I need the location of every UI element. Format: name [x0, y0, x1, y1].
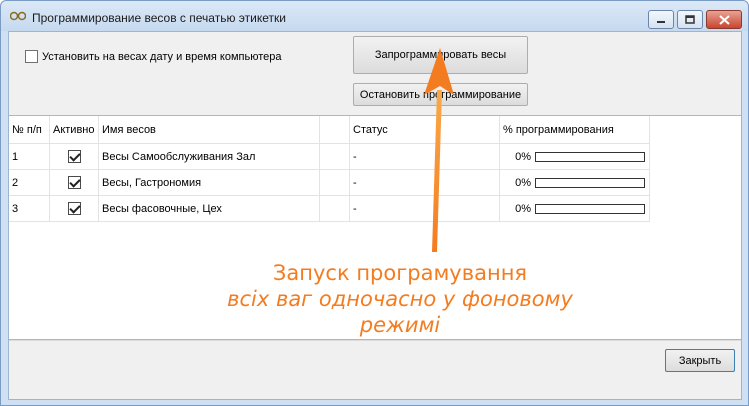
- set-datetime-option[interactable]: Установить на весах дату и время компьют…: [25, 50, 282, 63]
- row-scale-name: Весы фасовочные, Цех: [99, 196, 320, 221]
- row-blank-cell: [320, 196, 350, 221]
- row-progress-percent: 0%: [515, 202, 531, 215]
- row-progress-bar: [535, 177, 645, 188]
- row-status: -: [350, 196, 500, 221]
- minimize-button[interactable]: [648, 10, 674, 29]
- row-number: 1: [9, 144, 50, 169]
- maximize-button[interactable]: [677, 10, 703, 29]
- row-progress-bar: [535, 203, 645, 214]
- row-number: 3: [9, 196, 50, 221]
- close-button[interactable]: Закрыть: [665, 349, 735, 372]
- row-scale-name: Весы Самообслуживания Зал: [99, 144, 320, 169]
- scales-icon: [10, 11, 26, 21]
- row-active-checkbox[interactable]: [67, 176, 81, 189]
- maximize-icon: [685, 15, 695, 24]
- row-progress-cell: 0%: [500, 144, 650, 169]
- set-datetime-checkbox[interactable]: [25, 50, 38, 63]
- row-scale-name: Весы, Гастрономия: [99, 170, 320, 195]
- footer-divider: [9, 340, 741, 341]
- row-active-cell: [50, 170, 99, 195]
- table-row[interactable]: 3 Весы фасовочные, Цех - 0%: [9, 196, 650, 222]
- column-header-blank[interactable]: [320, 116, 350, 143]
- row-blank-cell: [320, 144, 350, 169]
- row-progress-bar: [535, 151, 645, 162]
- title-bar[interactable]: Программирование весов с печатью этикетк…: [1, 1, 748, 31]
- column-header-progress[interactable]: % программирования: [500, 116, 650, 143]
- table-row[interactable]: 2 Весы, Гастрономия - 0%: [9, 170, 650, 196]
- row-active-cell: [50, 144, 99, 169]
- column-header-status[interactable]: Статус: [350, 116, 500, 143]
- row-progress-percent: 0%: [515, 176, 531, 189]
- program-scales-window: Программирование весов с печатью этикетк…: [0, 0, 749, 406]
- row-progress-cell: 0%: [500, 196, 650, 221]
- minimize-icon: [657, 20, 665, 23]
- close-icon: [718, 14, 730, 25]
- column-header-active[interactable]: Активно: [50, 116, 99, 143]
- annotation-text: Запуск програмування всіх ваг одночасно …: [190, 260, 610, 338]
- stop-programming-button[interactable]: Остановить программирование: [353, 83, 528, 106]
- table-row[interactable]: 1 Весы Самообслуживания Зал - 0%: [9, 144, 650, 170]
- close-window-button[interactable]: [706, 10, 742, 29]
- row-active-checkbox[interactable]: [67, 150, 81, 163]
- annotation-line1: Запуск програмування: [272, 261, 528, 285]
- row-blank-cell: [320, 170, 350, 195]
- row-status: -: [350, 170, 500, 195]
- column-header-number[interactable]: № п/п: [9, 116, 50, 143]
- row-active-checkbox[interactable]: [67, 202, 81, 215]
- window-title: Программирование весов с печатью этикетк…: [32, 11, 286, 25]
- row-active-cell: [50, 196, 99, 221]
- row-progress-cell: 0%: [500, 170, 650, 195]
- row-status: -: [350, 144, 500, 169]
- annotation-line2: всіх ваг одночасно у фоновому режимі: [227, 287, 573, 337]
- program-scales-button[interactable]: Запрограммировать весы: [353, 36, 528, 74]
- table-header-row: № п/п Активно Имя весов Статус % програм…: [9, 116, 650, 144]
- set-datetime-label: Установить на весах дату и время компьют…: [42, 50, 282, 63]
- column-header-name[interactable]: Имя весов: [99, 116, 320, 143]
- row-number: 2: [9, 170, 50, 195]
- row-progress-percent: 0%: [515, 150, 531, 163]
- window-client-area: Установить на весах дату и время компьют…: [8, 31, 742, 400]
